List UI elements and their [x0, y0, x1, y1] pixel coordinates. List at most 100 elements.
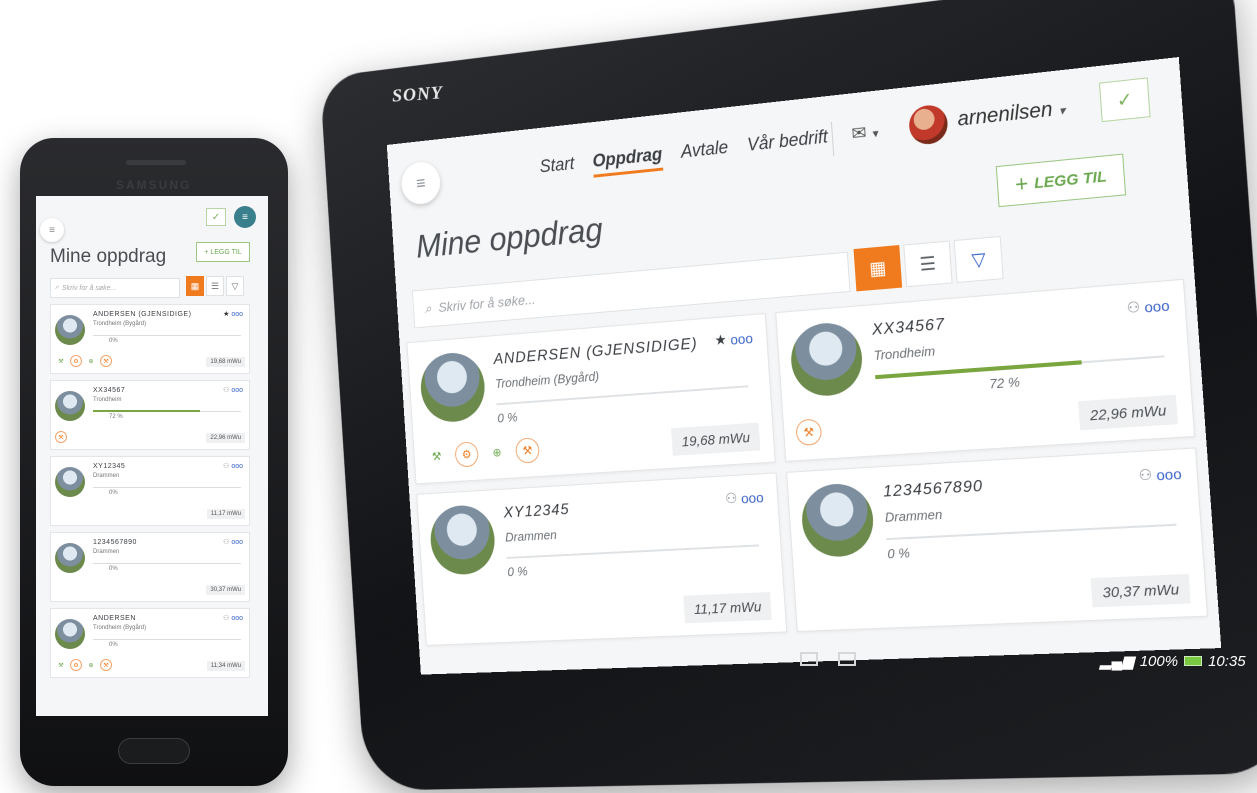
nav-link-vår-bedrift[interactable]: Vår bedrift: [747, 126, 829, 161]
card-controls: ⚇ ooo: [223, 614, 243, 622]
nav-link-avtale[interactable]: Avtale: [680, 137, 729, 169]
assignment-location: Trondheim (Bygård): [93, 625, 147, 631]
home-button[interactable]: [118, 738, 190, 764]
assignment-location: Trondheim: [93, 397, 122, 403]
more-icon[interactable]: ooo: [741, 489, 765, 506]
hammer-icon[interactable]: ⚒: [795, 418, 823, 447]
assignment-card[interactable]: 1234567890 Drammen 0 % 30,37 mWu ⚇ ooo: [786, 447, 1209, 632]
check-icon[interactable]: ✓: [206, 208, 226, 226]
tools-icon[interactable]: ⚒: [55, 659, 67, 671]
assignment-card[interactable]: XY12345 Drammen 0% 11,17 mWu ⚇ ooo: [50, 456, 250, 526]
amount-badge: 30,37 mWu: [206, 585, 245, 595]
search-icon: ⌕: [55, 284, 59, 291]
hammer-icon[interactable]: ⚒: [55, 431, 67, 443]
chevron-down-icon: ▾: [872, 125, 880, 141]
user-icon[interactable]: ⚇: [223, 387, 229, 394]
more-icon[interactable]: ooo: [231, 311, 243, 318]
user-icon[interactable]: ⚇: [223, 615, 229, 622]
card-controls: ⚇ ooo: [1138, 464, 1182, 484]
recent-apps-icon[interactable]: [800, 652, 818, 666]
phone-device: SAMSUNG ≡ ✓ ≡ Mine oppdrag + LEGG TIL ⌕ Sk…: [20, 138, 288, 786]
progress-fill: [93, 410, 200, 412]
user-icon[interactable]: ⚇: [223, 539, 229, 546]
progress-percent: 72 %: [988, 374, 1021, 392]
hammer-icon[interactable]: ⚒: [100, 659, 112, 671]
page-title: Mine oppdrag: [415, 211, 604, 266]
user-icon[interactable]: ⚇: [1126, 298, 1141, 317]
more-icon[interactable]: ooo: [1144, 296, 1170, 315]
globe-icon[interactable]: ⊕: [85, 659, 97, 671]
nav-link-start[interactable]: Start: [539, 153, 575, 183]
star-icon[interactable]: ★: [223, 311, 229, 318]
user-icon[interactable]: ⚇: [223, 463, 229, 470]
hammer-icon[interactable]: ⚒: [514, 437, 541, 464]
add-button[interactable]: + LEGG TIL: [196, 242, 250, 262]
more-icon[interactable]: ooo: [231, 387, 243, 394]
avatar[interactable]: [907, 103, 949, 147]
progress-fill: [875, 360, 1082, 380]
plus-icon: +: [1013, 170, 1029, 198]
nav-link-oppdrag[interactable]: Oppdrag: [591, 144, 664, 178]
globe-icon[interactable]: ⊕: [85, 355, 97, 367]
list-view-button[interactable]: ☰: [903, 240, 953, 288]
more-icon[interactable]: ooo: [1156, 465, 1182, 483]
add-button[interactable]: + LEGG TIL: [995, 153, 1127, 208]
assignment-name: XX34567: [93, 387, 126, 394]
assignment-card[interactable]: XY12345 Drammen 0 % 11,17 mWu ⚇ ooo: [416, 472, 788, 646]
assignment-card[interactable]: XX34567 Trondheim 72 % 22,96 mWu ⚇ ooo ⚒: [775, 278, 1196, 462]
card-controls: ⚇ ooo: [1126, 296, 1170, 317]
task-icons: ⚒ ⚙ ⊕ ⚒: [55, 659, 112, 671]
amount-badge: 11,17 mWu: [206, 509, 245, 519]
assignment-card[interactable]: ANDERSEN Trondheim (Bygård) 0% 11,34 mWu…: [50, 608, 250, 678]
tools-icon[interactable]: ⚒: [55, 355, 67, 367]
back-icon[interactable]: [838, 652, 856, 666]
user-icon[interactable]: ⚇: [725, 490, 738, 508]
assignment-card[interactable]: 1234567890 Drammen 0% 30,37 mWu ⚇ ooo: [50, 532, 250, 602]
progress-bar: [93, 335, 241, 336]
hamburger-icon[interactable]: ≡: [40, 218, 64, 242]
assignment-name: ANDERSEN (GJENSIDIGE): [493, 335, 699, 368]
assignment-location: Trondheim (Bygård): [93, 321, 147, 327]
nav-divider: [830, 121, 835, 156]
inspection-icon[interactable]: ⚙: [70, 659, 82, 671]
assignment-card[interactable]: ANDERSEN (GJENSIDIGE) Trondheim (Bygård)…: [406, 313, 776, 485]
check-icon[interactable]: ✓: [1098, 77, 1151, 123]
hammer-icon[interactable]: ⚒: [100, 355, 112, 367]
tools-icon[interactable]: ⚒: [424, 443, 449, 470]
star-icon[interactable]: ★: [714, 331, 727, 349]
assignment-card[interactable]: ANDERSEN (GJENSIDIGE) Trondheim (Bygård)…: [50, 304, 250, 374]
grid-view-button[interactable]: ▦: [186, 276, 204, 296]
menu-avatar-icon[interactable]: ≡: [234, 206, 256, 228]
more-icon[interactable]: ooo: [231, 463, 243, 470]
search-icon: ⌕: [424, 299, 432, 316]
assignment-name: XX34567: [871, 315, 946, 339]
search-placeholder: Skriv for å søke...: [61, 284, 117, 292]
mail-menu[interactable]: ✉ ▾: [851, 121, 879, 145]
inspection-icon[interactable]: ⚙: [454, 441, 480, 468]
hamburger-icon[interactable]: ≡: [400, 160, 442, 206]
filter-button[interactable]: ▽: [226, 276, 244, 296]
property-photo: [55, 315, 85, 345]
more-icon[interactable]: ooo: [730, 330, 753, 348]
list-view-button[interactable]: ☰: [206, 276, 224, 296]
property-photo: [418, 350, 487, 424]
task-icons: ⚒ ⚙ ⊕ ⚒: [55, 355, 112, 367]
property-photo: [55, 467, 85, 497]
globe-icon[interactable]: ⊕: [484, 439, 510, 466]
assignment-card[interactable]: XX34567 Trondheim 72 % 22,96 mWu ⚇ ooo ⚒: [50, 380, 250, 450]
progress-percent: 0%: [109, 338, 118, 344]
grid-view-button[interactable]: ▦: [853, 245, 903, 292]
filter-button[interactable]: ▽: [953, 235, 1004, 284]
nav-links: Start Oppdrag Avtale Vår bedrift: [539, 126, 829, 183]
card-controls: ★ ooo: [223, 310, 243, 318]
assignment-name: 1234567890: [93, 539, 137, 546]
inspection-icon[interactable]: ⚙: [70, 355, 82, 367]
progress-bar: [506, 544, 760, 560]
more-icon[interactable]: ooo: [231, 615, 243, 622]
search-input[interactable]: ⌕ Skriv for å søke...: [50, 278, 180, 298]
user-menu[interactable]: arnenilsen ▾: [957, 97, 1066, 132]
user-icon[interactable]: ⚇: [1138, 466, 1153, 485]
card-controls: ⚇ ooo: [223, 538, 243, 546]
more-icon[interactable]: ooo: [231, 539, 243, 546]
amount-badge: 19,68 mWu: [206, 357, 245, 367]
